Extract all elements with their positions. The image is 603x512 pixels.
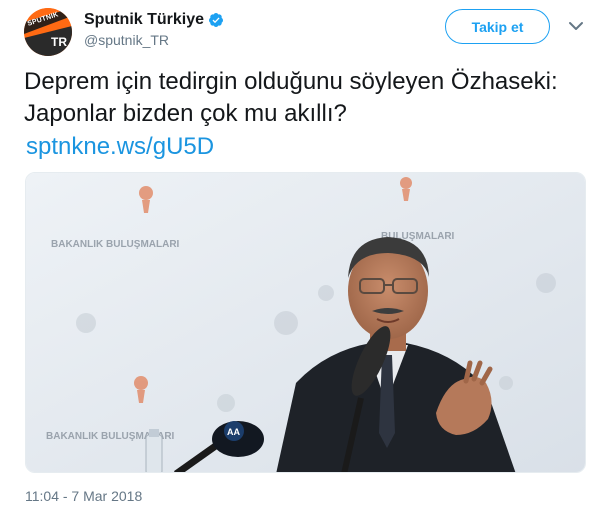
tweet-card: SPUTNIK TR Sputnik Türkiye @sputnik_TR T… [0, 0, 603, 512]
water-bottle [145, 434, 163, 472]
follow-button[interactable]: Takip et [445, 9, 550, 44]
microphone-tag-text: AA [227, 427, 240, 437]
tweet-timestamp[interactable]: 11:04 - 7 Mar 2018 [25, 487, 142, 505]
photo-illustration: BAKANLIK BULUŞMALARI BULUŞMALARI BAKANLI… [26, 173, 585, 472]
author-avatar[interactable]: SPUTNIK TR [24, 8, 72, 56]
verified-badge-icon [209, 13, 224, 27]
author-name-row[interactable]: Sputnik Türkiye [84, 10, 224, 30]
author-display-name[interactable]: Sputnik Türkiye [84, 10, 204, 30]
tweet-link[interactable]: sptnkne.ws/gU5D [26, 132, 214, 162]
tweet-text: Deprem için tedirgin olduğunu söyleyen Ö… [24, 68, 558, 127]
chevron-down-icon[interactable] [568, 20, 584, 32]
avatar-badge-text: TR [51, 35, 67, 49]
author-handle[interactable]: @sputnik_TR [84, 31, 169, 49]
tweet-photo[interactable]: BAKANLIK BULUŞMALARI BULUŞMALARI BAKANLI… [25, 172, 586, 473]
backdrop-banner-left: BAKANLIK BULUŞMALARI [51, 239, 180, 250]
